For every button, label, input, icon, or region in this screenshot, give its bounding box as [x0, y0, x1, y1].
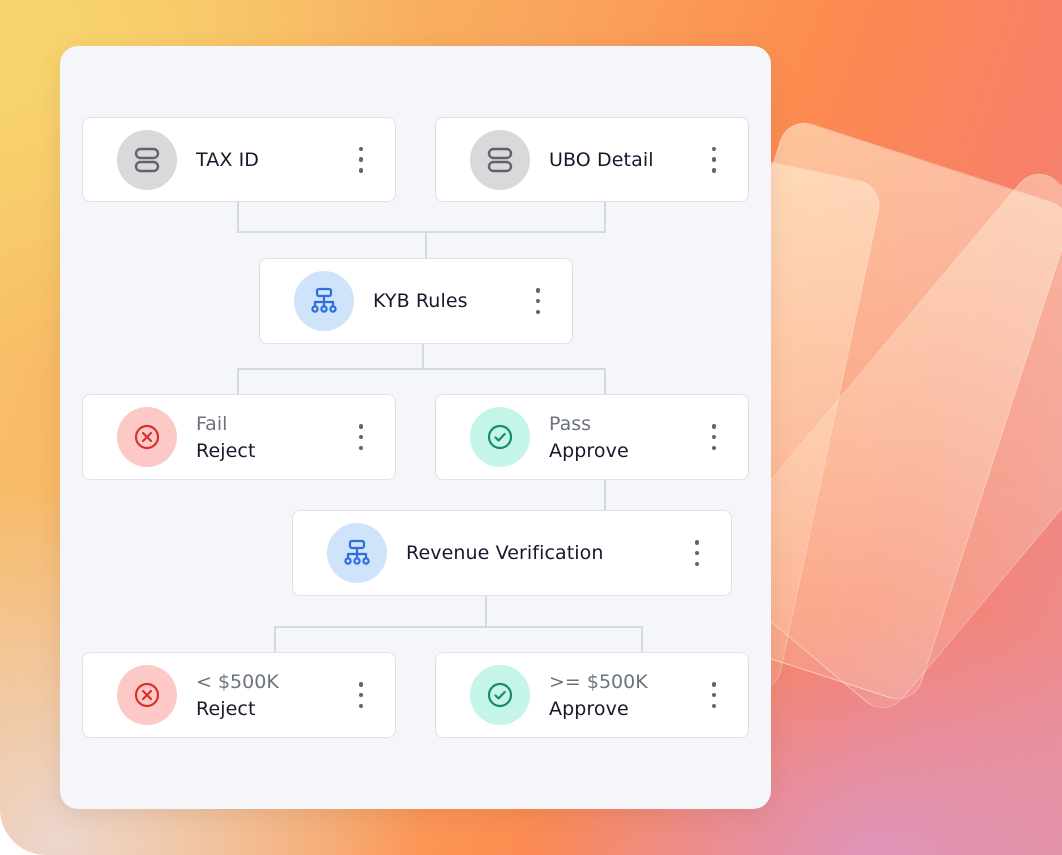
- node-pass-approve[interactable]: Pass Approve: [435, 394, 749, 480]
- node-label: Approve: [549, 439, 629, 462]
- more-menu-icon[interactable]: [710, 424, 718, 450]
- node-condition: < $500K: [196, 670, 279, 693]
- more-menu-icon[interactable]: [357, 682, 365, 708]
- more-menu-icon[interactable]: [710, 682, 718, 708]
- node-revenue-verification[interactable]: Revenue Verification: [292, 510, 732, 596]
- node-label: Approve: [549, 697, 629, 720]
- x-circle-icon: [117, 407, 177, 467]
- node-label: KYB Rules: [373, 290, 468, 312]
- node-fail-reject[interactable]: Fail Reject: [82, 394, 396, 480]
- more-menu-icon[interactable]: [357, 424, 365, 450]
- database-icon: [470, 129, 530, 190]
- workflow-canvas: TAX ID UBO Detail KYB Rules Fail Reject …: [60, 46, 771, 809]
- x-circle-icon: [117, 665, 177, 725]
- node-label: UBO Detail: [549, 148, 654, 171]
- node-tax-id[interactable]: TAX ID: [82, 117, 396, 202]
- node-label: Reject: [196, 697, 256, 720]
- node-condition: Fail: [196, 412, 228, 435]
- node-high-revenue-approve[interactable]: >= $500K Approve: [435, 652, 749, 738]
- node-low-revenue-reject[interactable]: < $500K Reject: [82, 652, 396, 738]
- database-icon: [117, 129, 177, 190]
- check-circle-icon: [470, 407, 530, 467]
- node-label: Revenue Verification: [406, 542, 604, 564]
- more-menu-icon[interactable]: [357, 146, 365, 173]
- node-kyb-rules[interactable]: KYB Rules: [259, 258, 573, 344]
- more-menu-icon[interactable]: [693, 540, 701, 566]
- node-label: TAX ID: [196, 148, 260, 171]
- more-menu-icon[interactable]: [534, 288, 542, 314]
- node-condition: >= $500K: [549, 670, 648, 693]
- more-menu-icon[interactable]: [710, 146, 718, 173]
- hierarchy-icon: [327, 523, 387, 583]
- node-label: Reject: [196, 439, 256, 462]
- hierarchy-icon: [294, 271, 354, 331]
- node-ubo-detail[interactable]: UBO Detail: [435, 117, 749, 202]
- node-condition: Pass: [549, 412, 592, 435]
- check-circle-icon: [470, 665, 530, 725]
